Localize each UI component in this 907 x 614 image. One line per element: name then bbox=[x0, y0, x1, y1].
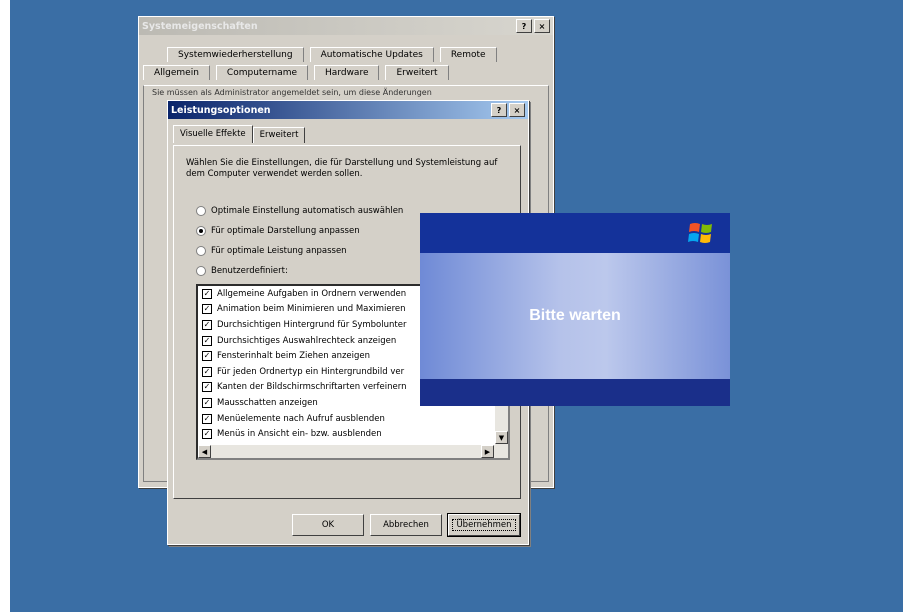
list-item-label: Fensterinhalt beim Ziehen anzeigen bbox=[217, 351, 371, 362]
tab-remote[interactable]: Remote bbox=[439, 47, 497, 62]
checkbox[interactable]: ✓ bbox=[202, 429, 212, 440]
radio-label: Für optimale Leistung anpassen bbox=[211, 246, 347, 256]
splash-message-band: Bitte warten bbox=[420, 253, 730, 379]
tab-hardware[interactable]: Hardware bbox=[314, 65, 380, 80]
checkbox[interactable]: ✓ bbox=[202, 288, 212, 299]
scroll-left-arrow-icon[interactable]: ◀ bbox=[198, 445, 211, 458]
scroll-right-arrow-icon[interactable]: ▶ bbox=[481, 445, 494, 458]
checkbox[interactable]: ✓ bbox=[202, 319, 212, 330]
radio-button[interactable] bbox=[196, 266, 206, 276]
tab-row-top: Systemwiederherstellung Automatische Upd… bbox=[167, 47, 503, 62]
apply-button[interactable]: Übernehmen bbox=[447, 513, 521, 537]
tab-visuelle-effekte[interactable]: Visuelle Effekte bbox=[173, 125, 253, 143]
performance-options-title: Leistungsoptionen bbox=[171, 104, 271, 116]
cancel-button[interactable]: Abbrechen bbox=[370, 514, 442, 536]
checkbox[interactable]: ✓ bbox=[202, 397, 212, 408]
horizontal-scrollbar[interactable]: ◀ ▶ bbox=[198, 445, 508, 458]
checkbox[interactable]: ✓ bbox=[202, 351, 212, 362]
tab-allgemein[interactable]: Allgemein bbox=[143, 65, 210, 80]
close-button[interactable]: × bbox=[534, 19, 550, 33]
checkbox[interactable]: ✓ bbox=[202, 304, 212, 315]
radio-label: Benutzerdefiniert: bbox=[211, 266, 288, 276]
windows-logo-icon bbox=[688, 223, 712, 243]
please-wait-text: Bitte warten bbox=[529, 307, 621, 324]
dialog-buttons: OK Abbrechen Übernehmen bbox=[292, 513, 521, 537]
tab-erweitert[interactable]: Erweitert bbox=[385, 65, 449, 80]
list-item-label: Animation beim Minimieren und Maximieren bbox=[217, 304, 406, 315]
performance-tabs: Visuelle Effekte Erweitert bbox=[173, 125, 306, 143]
splash-footer bbox=[420, 379, 730, 406]
ok-label: OK bbox=[321, 520, 335, 530]
ok-button[interactable]: OK bbox=[292, 514, 364, 536]
help-button[interactable]: ? bbox=[516, 19, 532, 33]
performance-options-titlebar[interactable]: Leistungsoptionen ? × bbox=[168, 101, 528, 119]
tab-automatische-updates[interactable]: Automatische Updates bbox=[309, 47, 434, 62]
list-item-label: Allgemeine Aufgaben in Ordnern verwenden bbox=[217, 288, 407, 299]
description-text: Wählen Sie die Einstellungen, die für Da… bbox=[186, 158, 498, 179]
checkbox[interactable]: ✓ bbox=[202, 335, 212, 346]
system-properties-title: Systemeigenschaften bbox=[142, 20, 258, 32]
scroll-down-arrow-icon[interactable]: ▼ bbox=[495, 431, 508, 444]
tab-computername[interactable]: Computername bbox=[215, 65, 309, 80]
list-item-label: Mausschatten anzeigen bbox=[217, 397, 318, 408]
tab-row-bottom: Allgemein Computername Hardware Erweiter… bbox=[143, 65, 455, 80]
list-item-label: Kanten der Bildschirmschriftarten verfei… bbox=[217, 382, 407, 393]
list-item[interactable]: ✓ Menüs in Ansicht ein- bzw. ausblenden bbox=[198, 426, 508, 442]
admin-notice: Sie müssen als Administrator angemeldet … bbox=[152, 88, 432, 97]
apply-label: Übernehmen bbox=[452, 519, 516, 531]
close-button[interactable]: × bbox=[509, 103, 525, 117]
cancel-label: Abbrechen bbox=[383, 520, 429, 530]
please-wait-splash: Bitte warten bbox=[420, 213, 730, 406]
radio-best-performance[interactable]: Für optimale Leistung anpassen bbox=[196, 246, 347, 256]
radio-button[interactable] bbox=[196, 206, 206, 216]
list-item-label: Durchsichtiges Auswahlrechteck anzeigen bbox=[217, 335, 397, 346]
system-properties-titlebar[interactable]: Systemeigenschaften ? × bbox=[139, 17, 553, 35]
checkbox[interactable]: ✓ bbox=[202, 413, 212, 424]
tab-erweitert[interactable]: Erweitert bbox=[252, 127, 306, 143]
list-item[interactable]: ✓ Menüelemente nach Aufruf ausblenden bbox=[198, 411, 508, 427]
radio-best-appearance[interactable]: Für optimale Darstellung anpassen bbox=[196, 226, 360, 236]
checkbox[interactable]: ✓ bbox=[202, 366, 212, 377]
tab-systemwiederherstellung[interactable]: Systemwiederherstellung bbox=[167, 47, 304, 62]
list-item-label: Durchsichtigen Hintergrund für Symbolunt… bbox=[217, 319, 407, 330]
help-button[interactable]: ? bbox=[491, 103, 507, 117]
list-item-label: Menüs in Ansicht ein- bzw. ausblenden bbox=[217, 429, 382, 440]
splash-header bbox=[420, 213, 730, 253]
radio-label: Für optimale Darstellung anpassen bbox=[211, 226, 360, 236]
radio-custom[interactable]: Benutzerdefiniert: bbox=[196, 266, 288, 276]
radio-label: Optimale Einstellung automatisch auswähl… bbox=[211, 206, 404, 216]
radio-button[interactable] bbox=[196, 246, 206, 256]
checkbox[interactable]: ✓ bbox=[202, 382, 212, 393]
list-item-label: Für jeden Ordnertyp ein Hintergrundbild … bbox=[217, 366, 405, 377]
radio-button[interactable] bbox=[196, 226, 206, 236]
list-item-label: Menüelemente nach Aufruf ausblenden bbox=[217, 413, 385, 424]
radio-auto[interactable]: Optimale Einstellung automatisch auswähl… bbox=[196, 206, 403, 216]
